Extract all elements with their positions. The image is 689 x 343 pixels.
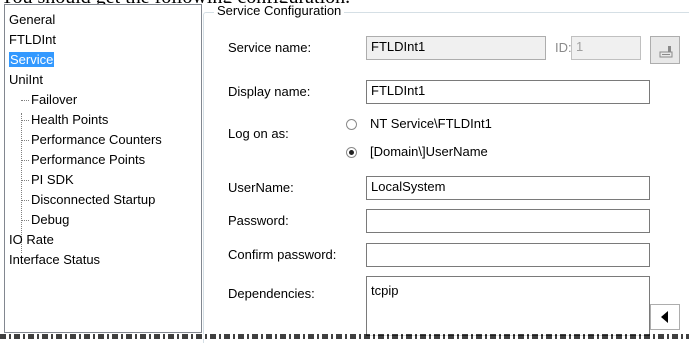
group-title: Service Configuration (214, 3, 345, 19)
tree-item-uniint[interactable]: UniInt (9, 71, 43, 89)
tree-item-service[interactable]: Service (9, 51, 55, 69)
tree-item-performance-points[interactable]: Performance Points (21, 151, 146, 169)
tree-item-label: FTLDInt (9, 32, 56, 47)
username-field[interactable]: LocalSystem (366, 176, 650, 200)
tree-item-label: Disconnected Startup (31, 192, 156, 207)
tree-connector (21, 100, 29, 101)
logon-domain-user-radio[interactable] (346, 147, 357, 158)
tree-item-label: Interface Status (9, 252, 101, 267)
display-name-field[interactable]: FTLDInt1 (366, 80, 650, 104)
tree-item-performance-counters[interactable]: Performance Counters (21, 131, 162, 149)
password-label: Password: (228, 213, 289, 228)
service-name-field[interactable]: FTLDInt1 (366, 36, 546, 60)
confirm-password-field[interactable] (366, 243, 650, 267)
tree-item-label: Service (9, 52, 55, 67)
logon-option-nt-service: NT Service\FTLDInt1 (370, 116, 492, 131)
logon-label: Log on as: (228, 126, 289, 141)
settings-tree: General FTLDInt Service UniInt Failover … (4, 4, 202, 333)
tree-item-label: IO Rate (9, 232, 54, 247)
tree-item-debug[interactable]: Debug (21, 211, 70, 229)
tree-item-label: Failover (31, 92, 78, 107)
tree-connector (21, 200, 29, 201)
arrow-left-icon (661, 311, 668, 323)
tree-connector (21, 160, 29, 161)
tree-item-disconnected-startup[interactable]: Disconnected Startup (21, 191, 156, 209)
cropped-bottom-edge (0, 334, 689, 339)
tree-connector (21, 120, 29, 121)
confirm-password-label: Confirm password: (228, 247, 337, 262)
tree-connector (21, 180, 29, 181)
logon-nt-service-radio[interactable] (346, 119, 357, 130)
tree-item-general[interactable]: General (9, 11, 55, 29)
tree-item-interface-status[interactable]: Interface Status (9, 251, 100, 269)
display-name-label: Display name: (228, 84, 311, 99)
browse-icon (659, 46, 673, 58)
tree-item-io-rate[interactable]: IO Rate (9, 231, 54, 249)
tree-connector (21, 140, 29, 141)
tree-item-label: PI SDK (31, 172, 74, 187)
scroll-left-button[interactable] (650, 304, 680, 330)
tree-item-label: Health Points (31, 112, 109, 127)
dependencies-label: Dependencies: (228, 286, 315, 301)
username-label: UserName: (228, 180, 294, 195)
tree-item-label: Performance Counters (31, 132, 162, 147)
password-field[interactable] (366, 209, 650, 233)
tree-item-label: General (9, 12, 56, 27)
id-field[interactable]: 1 (571, 36, 641, 60)
browse-button[interactable] (650, 36, 680, 64)
tree-item-ftldint[interactable]: FTLDInt (9, 31, 56, 49)
service-name-label: Service name: (228, 40, 312, 55)
tree-item-label: Performance Points (31, 152, 146, 167)
tree-item-label: UniInt (9, 72, 43, 87)
tree-item-pi-sdk[interactable]: PI SDK (21, 171, 74, 189)
tree-item-failover[interactable]: Failover (21, 91, 78, 109)
tree-item-health-points[interactable]: Health Points (21, 111, 109, 129)
tree-connector (21, 220, 29, 221)
dependencies-list[interactable]: tcpip (366, 276, 650, 336)
tree-item-label: Debug (31, 212, 70, 227)
id-label: ID: (555, 40, 572, 55)
logon-option-domain-user: [Domain\]UserName (370, 144, 488, 159)
